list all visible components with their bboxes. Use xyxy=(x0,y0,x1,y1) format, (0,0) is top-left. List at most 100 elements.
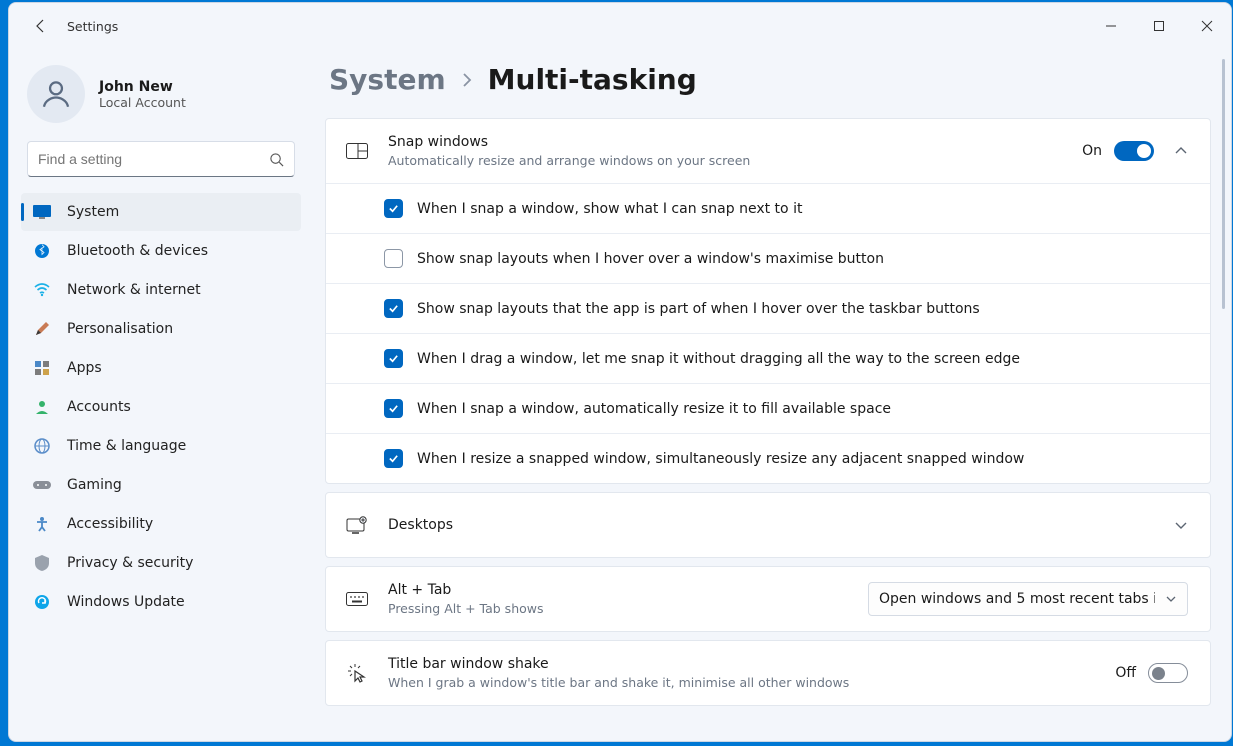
sidebar-item-network[interactable]: Network & internet xyxy=(21,271,301,309)
checkbox-checked-icon[interactable] xyxy=(384,449,403,468)
snap-option-label: When I snap a window, show what I can sn… xyxy=(417,201,802,217)
shake-toggle-label: Off xyxy=(1115,665,1136,681)
title-bar-shake-card: Title bar window shake When I grab a win… xyxy=(325,640,1211,706)
alt-tab-card: Alt + Tab Pressing Alt + Tab shows Open … xyxy=(325,566,1211,632)
snap-option-row[interactable]: When I snap a window, automatically resi… xyxy=(326,383,1210,433)
bluetooth-icon xyxy=(33,242,51,260)
profile-subtitle: Local Account xyxy=(99,95,186,110)
alt-tab-select[interactable]: Open windows and 5 most recent tabs in M xyxy=(868,582,1188,616)
breadcrumb-parent[interactable]: System xyxy=(329,63,446,96)
snap-subtitle: Automatically resize and arrange windows… xyxy=(388,152,1062,170)
alt-tab-title: Alt + Tab xyxy=(388,581,848,599)
desktops-title: Desktops xyxy=(388,516,1154,534)
brush-icon xyxy=(33,320,51,338)
snap-layouts-icon xyxy=(346,143,368,159)
chevron-down-icon xyxy=(1165,593,1177,605)
checkbox-checked-icon[interactable] xyxy=(384,299,403,318)
sidebar-item-apps[interactable]: Apps xyxy=(21,349,301,387)
titlebar: Settings xyxy=(9,3,1231,49)
sidebar-item-label: Personalisation xyxy=(67,321,173,337)
chevron-up-icon[interactable] xyxy=(1174,144,1188,158)
sidebar-item-label: Time & language xyxy=(67,438,186,454)
chevron-right-icon xyxy=(460,73,474,87)
snap-option-label: When I drag a window, let me snap it wit… xyxy=(417,351,1020,367)
checkbox-checked-icon[interactable] xyxy=(384,199,403,218)
scrollbar-thumb[interactable] xyxy=(1222,59,1225,309)
snap-option-label: Show snap layouts when I hover over a wi… xyxy=(417,251,884,267)
desktops-row[interactable]: Desktops xyxy=(326,493,1210,557)
snap-option-row[interactable]: Show snap layouts when I hover over a wi… xyxy=(326,233,1210,283)
sidebar-item-accounts[interactable]: Accounts xyxy=(21,388,301,426)
snap-option-label: Show snap layouts that the app is part o… xyxy=(417,301,980,317)
desktops-icon xyxy=(346,516,368,534)
profile-block[interactable]: John New Local Account xyxy=(21,59,301,141)
breadcrumb: System Multi-tasking xyxy=(329,63,1211,96)
accessibility-icon xyxy=(33,515,51,533)
shake-toggle[interactable] xyxy=(1148,663,1188,683)
shield-icon xyxy=(33,554,51,572)
maximize-button[interactable] xyxy=(1135,10,1183,42)
cursor-click-icon xyxy=(346,663,368,683)
alt-tab-selected: Open windows and 5 most recent tabs in M xyxy=(879,591,1155,607)
system-icon xyxy=(33,203,51,221)
checkbox-unchecked-icon[interactable] xyxy=(384,249,403,268)
desktops-card: Desktops xyxy=(325,492,1211,558)
sidebar-item-windows-update[interactable]: Windows Update xyxy=(21,583,301,621)
close-button[interactable] xyxy=(1183,10,1231,42)
sidebar-item-accessibility[interactable]: Accessibility xyxy=(21,505,301,543)
sidebar-nav: System Bluetooth & devices Network & int… xyxy=(21,189,301,625)
snap-option-row[interactable]: When I drag a window, let me snap it wit… xyxy=(326,333,1210,383)
sidebar-item-time-language[interactable]: Time & language xyxy=(21,427,301,465)
snap-windows-header[interactable]: Snap windows Automatically resize and ar… xyxy=(326,119,1210,183)
snap-option-row[interactable]: When I snap a window, show what I can sn… xyxy=(326,183,1210,233)
snap-toggle[interactable] xyxy=(1114,141,1154,161)
window-title: Settings xyxy=(67,19,118,34)
sidebar-item-bluetooth[interactable]: Bluetooth & devices xyxy=(21,232,301,270)
globe-clock-icon xyxy=(33,437,51,455)
window-controls xyxy=(1087,10,1231,42)
accounts-icon xyxy=(33,398,51,416)
snap-option-label: When I snap a window, automatically resi… xyxy=(417,401,891,417)
sidebar-item-personalisation[interactable]: Personalisation xyxy=(21,310,301,348)
shake-title: Title bar window shake xyxy=(388,655,1095,673)
sidebar-item-label: Apps xyxy=(67,360,102,376)
sidebar-item-privacy[interactable]: Privacy & security xyxy=(21,544,301,582)
checkbox-checked-icon[interactable] xyxy=(384,349,403,368)
breadcrumb-current: Multi-tasking xyxy=(488,63,697,96)
settings-window: Settings John New Local Account xyxy=(8,2,1232,742)
apps-icon xyxy=(33,359,51,377)
snap-windows-card: Snap windows Automatically resize and ar… xyxy=(325,118,1211,484)
shake-row[interactable]: Title bar window shake When I grab a win… xyxy=(326,641,1210,705)
search-box[interactable] xyxy=(27,141,295,177)
sidebar-item-label: Network & internet xyxy=(67,282,201,298)
minimize-button[interactable] xyxy=(1087,10,1135,42)
keyboard-icon xyxy=(346,592,368,606)
snap-option-row[interactable]: Show snap layouts that the app is part o… xyxy=(326,283,1210,333)
gaming-icon xyxy=(33,476,51,494)
shake-subtitle: When I grab a window's title bar and sha… xyxy=(388,674,1095,692)
snap-option-row[interactable]: When I resize a snapped window, simultan… xyxy=(326,433,1210,483)
search-input[interactable] xyxy=(38,151,269,167)
wifi-icon xyxy=(33,281,51,299)
snap-toggle-label: On xyxy=(1082,143,1102,159)
avatar-icon xyxy=(27,65,85,123)
update-icon xyxy=(33,593,51,611)
checkbox-checked-icon[interactable] xyxy=(384,399,403,418)
sidebar-item-label: Privacy & security xyxy=(67,555,193,571)
snap-title: Snap windows xyxy=(388,133,1062,151)
sidebar-item-system[interactable]: System xyxy=(21,193,301,231)
snap-option-label: When I resize a snapped window, simultan… xyxy=(417,451,1024,467)
chevron-down-icon[interactable] xyxy=(1174,518,1188,532)
content-area: System Multi-tasking Snap windows Automa… xyxy=(309,49,1231,741)
search-icon xyxy=(269,152,284,167)
sidebar-item-label: Gaming xyxy=(67,477,122,493)
alt-tab-subtitle: Pressing Alt + Tab shows xyxy=(388,600,848,618)
sidebar-item-gaming[interactable]: Gaming xyxy=(21,466,301,504)
sidebar-item-label: Windows Update xyxy=(67,594,185,610)
sidebar-item-label: Bluetooth & devices xyxy=(67,243,208,259)
back-button[interactable] xyxy=(27,12,55,40)
alt-tab-row[interactable]: Alt + Tab Pressing Alt + Tab shows Open … xyxy=(326,567,1210,631)
profile-name: John New xyxy=(99,79,186,95)
sidebar-item-label: System xyxy=(67,204,119,220)
sidebar-item-label: Accounts xyxy=(67,399,131,415)
